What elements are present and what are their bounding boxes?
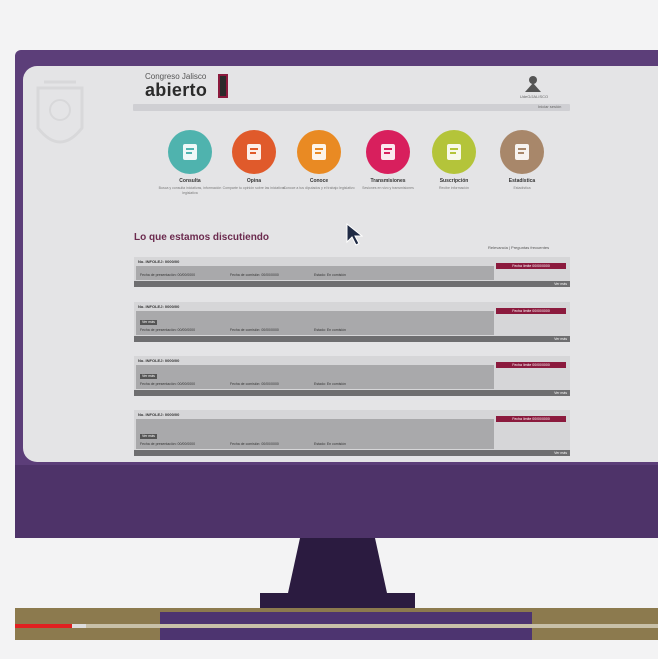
door-logo-icon: [218, 74, 228, 98]
discussion-footer: [134, 336, 570, 342]
meta-presented: Fecha de presentación: 00/00/0000: [140, 382, 196, 386]
discussion-footer: [134, 390, 570, 396]
sort-links[interactable]: Relevancia | Preguntas frecuentes: [488, 245, 549, 250]
video-progress-fill: [15, 624, 73, 628]
category-estadística-button[interactable]: [500, 130, 544, 174]
meta-commission: Fecha de comisión: 00/00/0000: [230, 382, 279, 386]
meta-presented: Fecha de presentación: 00/00/0000: [140, 273, 196, 277]
see-more-link[interactable]: Ver más: [554, 450, 567, 456]
chart-doc-icon: [515, 144, 529, 160]
meta-status: Estado: En comisión: [314, 442, 346, 446]
category-description: Sesiones en vivo y transmisiones: [362, 186, 414, 190]
see-more-link[interactable]: Ver más: [554, 281, 567, 287]
top-navigation-bar: [133, 104, 570, 111]
university-emblem-icon: [525, 76, 541, 92]
section-title: Lo que estamos discutiendo: [134, 232, 270, 243]
category-suscripción-button[interactable]: [432, 130, 476, 174]
deadline-badge: Fecha límite 00/00/0000: [496, 263, 566, 269]
category-label: Estadística: [508, 178, 536, 184]
meta-status: Estado: En comisión: [314, 273, 346, 277]
meta-commission: Fecha de comisión: 00/00/0000: [230, 328, 279, 332]
category-description: Conoce a tus diputados y el trabajo legi…: [283, 186, 355, 190]
category-description: Recibe información: [439, 186, 469, 190]
category-transmisiones-button[interactable]: [366, 130, 410, 174]
discussion-item[interactable]: No. INFOLEJ: 0000/00 Fecha límite 00/00/0…: [134, 410, 570, 456]
deadline-badge: Fecha límite 00/00/0000: [496, 416, 566, 422]
category-label: Transmisiones: [370, 178, 406, 184]
broadcast-icon: [381, 144, 395, 160]
discussion-id: No. INFOLEJ: 0000/00: [138, 358, 180, 363]
discussion-id: No. INFOLEJ: 0000/00: [138, 259, 180, 264]
discussion-item[interactable]: No. INFOLEJ: 0000/00 Fecha límite 00/00/0…: [134, 356, 570, 396]
category-label: Conoce: [309, 178, 329, 184]
discussion-item[interactable]: No. INFOLEJ: 0000/00 Fecha límite 00/00/0…: [134, 302, 570, 342]
discussion-footer: [134, 450, 570, 456]
read-more-tag[interactable]: Ver más: [140, 320, 157, 325]
read-more-tag[interactable]: Ver más: [140, 374, 157, 379]
discussion-footer: [134, 281, 570, 287]
see-more-link[interactable]: Ver más: [554, 336, 567, 342]
video-progress-track[interactable]: [15, 624, 658, 628]
deadline-badge: Fecha límite 00/00/0000: [496, 362, 566, 368]
discussion-id: No. INFOLEJ: 0000/00: [138, 412, 180, 417]
meta-presented: Fecha de presentación: 00/00/0000: [140, 328, 196, 332]
login-link[interactable]: Iniciar sesión: [538, 104, 561, 109]
monitor-stand: [15, 538, 658, 616]
category-conoce-button[interactable]: [297, 130, 341, 174]
category-consulta-button[interactable]: [168, 130, 212, 174]
video-icon: [312, 144, 326, 160]
chat-bubble-icon: [247, 144, 261, 160]
monitor-chin: [15, 465, 658, 538]
meta-commission: Fecha de comisión: 00/00/0000: [230, 442, 279, 446]
subscribe-icon: [447, 144, 461, 160]
search-document-icon: [183, 144, 197, 160]
crest-watermark-icon: [36, 80, 84, 144]
category-opina-button[interactable]: [232, 130, 276, 174]
deadline-badge: Fecha límite 00/00/0000: [496, 308, 566, 314]
emblem-caption: UdeG/JALISCO: [519, 94, 549, 99]
meta-presented: Fecha de presentación: 00/00/0000: [140, 442, 196, 446]
read-more-tag[interactable]: Ver más: [140, 434, 157, 439]
category-description: Estadística: [513, 186, 531, 190]
discussion-id: No. INFOLEJ: 0000/00: [138, 304, 180, 309]
discussion-item[interactable]: No. INFOLEJ: 0000/00 Fecha límite 00/00/0…: [134, 257, 570, 287]
category-label: Suscripción: [439, 178, 469, 184]
site-logo[interactable]: abierto: [145, 80, 207, 101]
mouse-cursor-icon: [346, 222, 363, 246]
see-more-link[interactable]: Ver más: [554, 390, 567, 396]
meta-status: Estado: En comisión: [314, 382, 346, 386]
meta-status: Estado: En comisión: [314, 328, 346, 332]
meta-commission: Fecha de comisión: 00/00/0000: [230, 273, 279, 277]
video-buffer-indicator: [72, 624, 86, 628]
